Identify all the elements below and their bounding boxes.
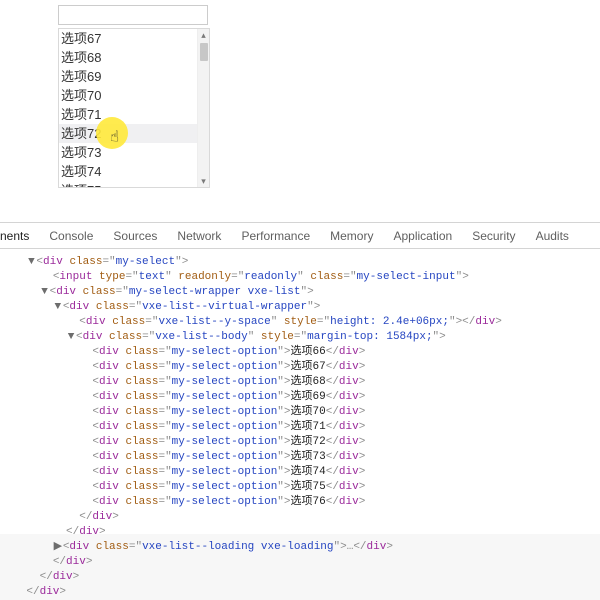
dom-line[interactable]: ▼<div class="vxe-list--body" style="marg…: [0, 330, 600, 345]
devtools-tab-security[interactable]: Security: [462, 223, 525, 248]
dom-line[interactable]: <div class="vxe-list--y-space" style="he…: [0, 315, 600, 330]
devtools-tab-application[interactable]: Application: [383, 223, 462, 248]
dom-line[interactable]: </div>: [0, 525, 600, 540]
select-dropdown: 选项67选项68选项69选项70选项71选项72选项73选项74选项75 ▴ ▾: [58, 28, 210, 188]
devtools-tab-audits[interactable]: Audits: [526, 223, 579, 248]
scrollbar-thumb[interactable]: [200, 43, 208, 61]
dom-line[interactable]: ▼<div class="my-select-wrapper vxe-list"…: [0, 285, 600, 300]
dom-line[interactable]: <input type="text" readonly="readonly" c…: [0, 270, 600, 285]
scrollbar-track[interactable]: ▴ ▾: [197, 29, 209, 187]
dom-line[interactable]: <div class="my-select-option">选项68</div>: [0, 375, 600, 390]
scroll-down-arrow-icon[interactable]: ▾: [198, 175, 209, 187]
devtools-tab-memory[interactable]: Memory: [320, 223, 383, 248]
elements-dom-tree[interactable]: ▼<div class="my-select"> <input type="te…: [0, 249, 600, 600]
dom-line[interactable]: ▶<div class="vxe-list--loading vxe-loadi…: [0, 540, 600, 555]
scroll-up-arrow-icon[interactable]: ▴: [198, 29, 209, 41]
devtools-panel: nentsConsoleSourcesNetworkPerformanceMem…: [0, 222, 600, 534]
dom-line[interactable]: <div class="my-select-option">选项70</div>: [0, 405, 600, 420]
dom-line[interactable]: <div class="my-select-option">选项72</div>: [0, 435, 600, 450]
dom-line[interactable]: <div class="my-select-option">选项66</div>: [0, 345, 600, 360]
devtools-tab-console[interactable]: Console: [39, 223, 103, 248]
devtools-tab-sources[interactable]: Sources: [103, 223, 167, 248]
dom-line[interactable]: <div class="my-select-option">选项69</div>: [0, 390, 600, 405]
select-option[interactable]: 选项73: [59, 143, 209, 162]
dom-line[interactable]: <div class="my-select-option">选项75</div>: [0, 480, 600, 495]
devtools-tab-nents[interactable]: nents: [0, 223, 39, 248]
dom-line[interactable]: <div class="my-select-option">选项73</div>: [0, 450, 600, 465]
select-option[interactable]: 选项72: [59, 124, 209, 143]
select-option[interactable]: 选项69: [59, 67, 209, 86]
dom-line[interactable]: <div class="my-select-option">选项76</div>: [0, 495, 600, 510]
dom-line[interactable]: </div>: [0, 570, 600, 585]
select-option[interactable]: 选项74: [59, 162, 209, 181]
devtools-tab-network[interactable]: Network: [167, 223, 231, 248]
devtools-tabs: nentsConsoleSourcesNetworkPerformanceMem…: [0, 223, 600, 249]
devtools-tab-performance[interactable]: Performance: [231, 223, 320, 248]
dom-line[interactable]: <div class="my-select-option">选项74</div>: [0, 465, 600, 480]
select-input[interactable]: [58, 5, 208, 25]
dom-line[interactable]: </div>: [0, 585, 600, 600]
select-option[interactable]: 选项67: [59, 29, 209, 48]
dom-line[interactable]: <div class="my-select-option">选项67</div>: [0, 360, 600, 375]
select-option[interactable]: 选项70: [59, 86, 209, 105]
dropdown-list: 选项67选项68选项69选项70选项71选项72选项73选项74选项75: [59, 29, 209, 187]
select-option[interactable]: 选项71: [59, 105, 209, 124]
dom-line[interactable]: ▼<div class="my-select">: [0, 255, 600, 270]
dom-line[interactable]: </div>: [0, 510, 600, 525]
select-option[interactable]: 选项75: [59, 181, 209, 188]
dom-line[interactable]: <div class="my-select-option">选项71</div>: [0, 420, 600, 435]
dom-line[interactable]: </div>: [0, 555, 600, 570]
select-option[interactable]: 选项68: [59, 48, 209, 67]
app-top-region: 选项67选项68选项69选项70选项71选项72选项73选项74选项75 ▴ ▾…: [0, 0, 600, 222]
dom-line[interactable]: ▼<div class="vxe-list--virtual-wrapper">: [0, 300, 600, 315]
